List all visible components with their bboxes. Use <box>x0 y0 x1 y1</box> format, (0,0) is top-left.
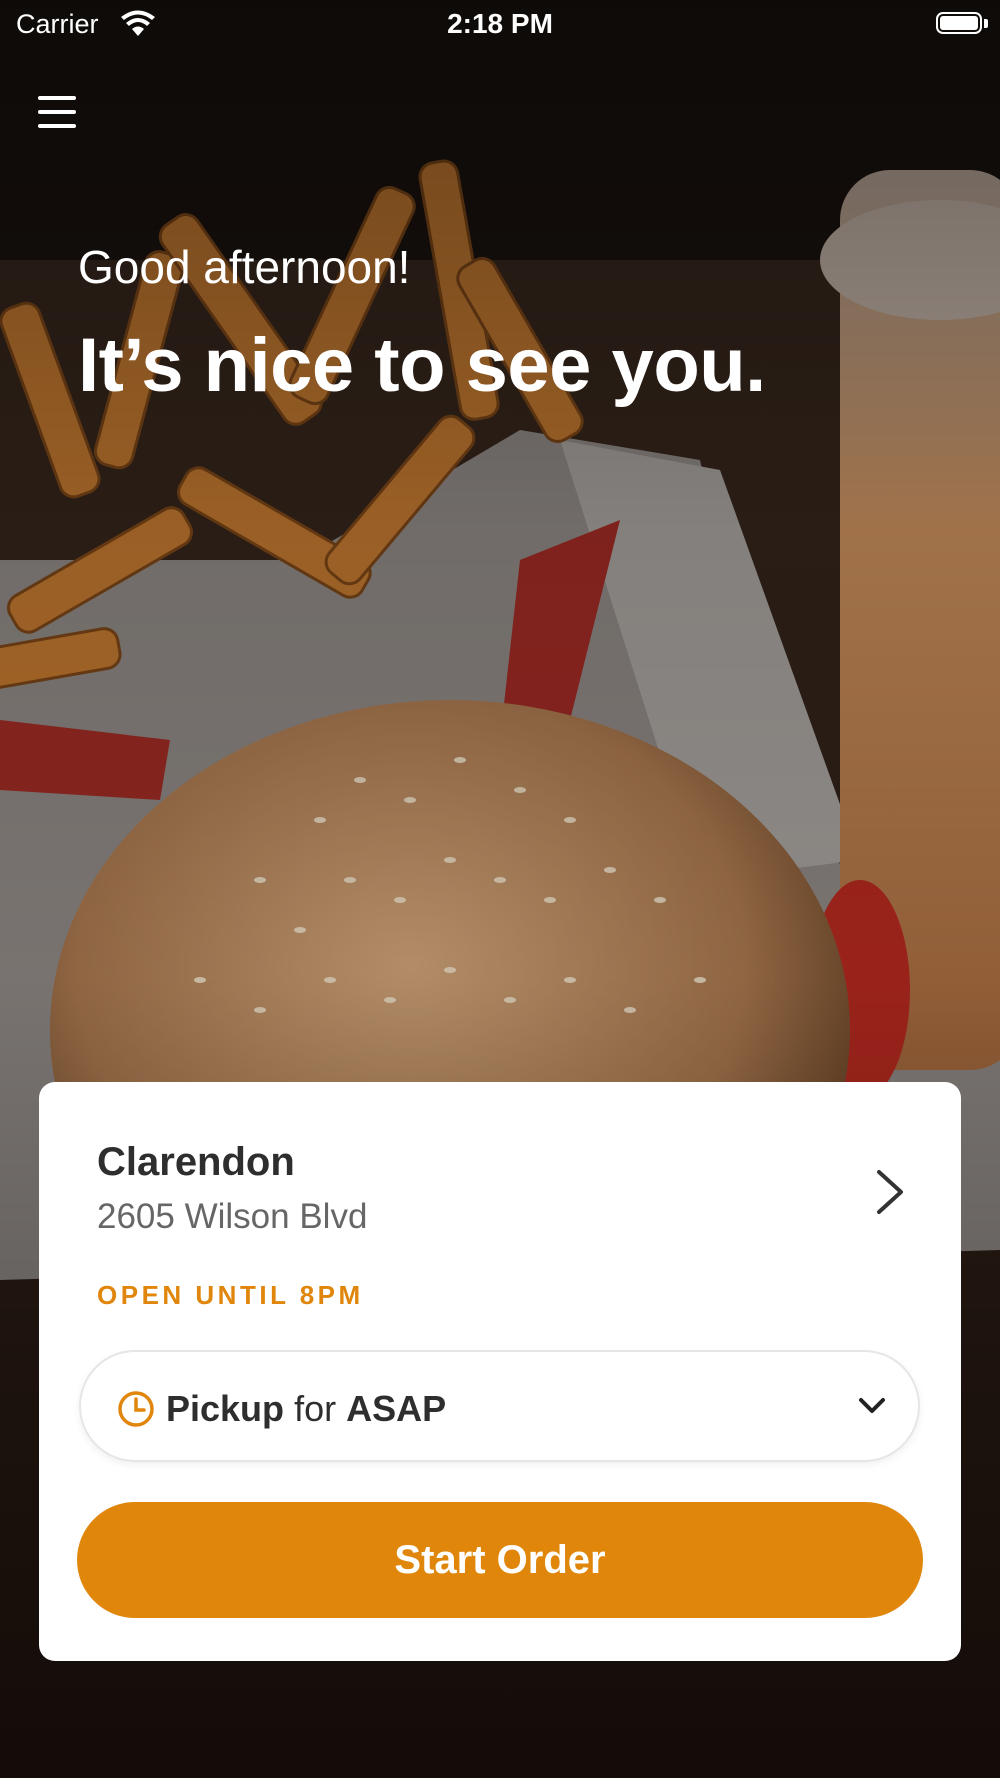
open-status: OPEN UNTIL 8PM <box>97 1280 364 1310</box>
headline-text: It’s nice to see you. <box>78 323 766 408</box>
hamburger-icon[interactable] <box>36 92 80 132</box>
chevron-down-icon[interactable] <box>857 1394 887 1418</box>
pickup-time: ASAP <box>346 1388 447 1429</box>
pickup-time-selector[interactable]: Pickup for ASAP <box>79 1350 920 1462</box>
start-order-button[interactable]: Start Order <box>77 1502 923 1618</box>
chevron-right-icon[interactable] <box>869 1162 909 1222</box>
status-bar: Carrier 2:18 PM <box>0 0 1000 50</box>
clock-icon <box>118 1391 154 1427</box>
location-address[interactable]: 2605 Wilson Blvd <box>97 1197 367 1237</box>
pickup-summary: Pickup for ASAP <box>166 1388 446 1430</box>
status-time: 2:18 PM <box>447 8 553 39</box>
pickup-connector: for <box>294 1388 337 1429</box>
location-name[interactable]: Clarendon <box>97 1140 295 1185</box>
pickup-mode: Pickup <box>166 1388 285 1429</box>
greeting-text: Good afternoon! <box>78 241 411 293</box>
location-card: Clarendon 2605 Wilson Blvd OPEN UNTIL 8P… <box>39 1082 961 1661</box>
battery-icon <box>936 12 988 36</box>
